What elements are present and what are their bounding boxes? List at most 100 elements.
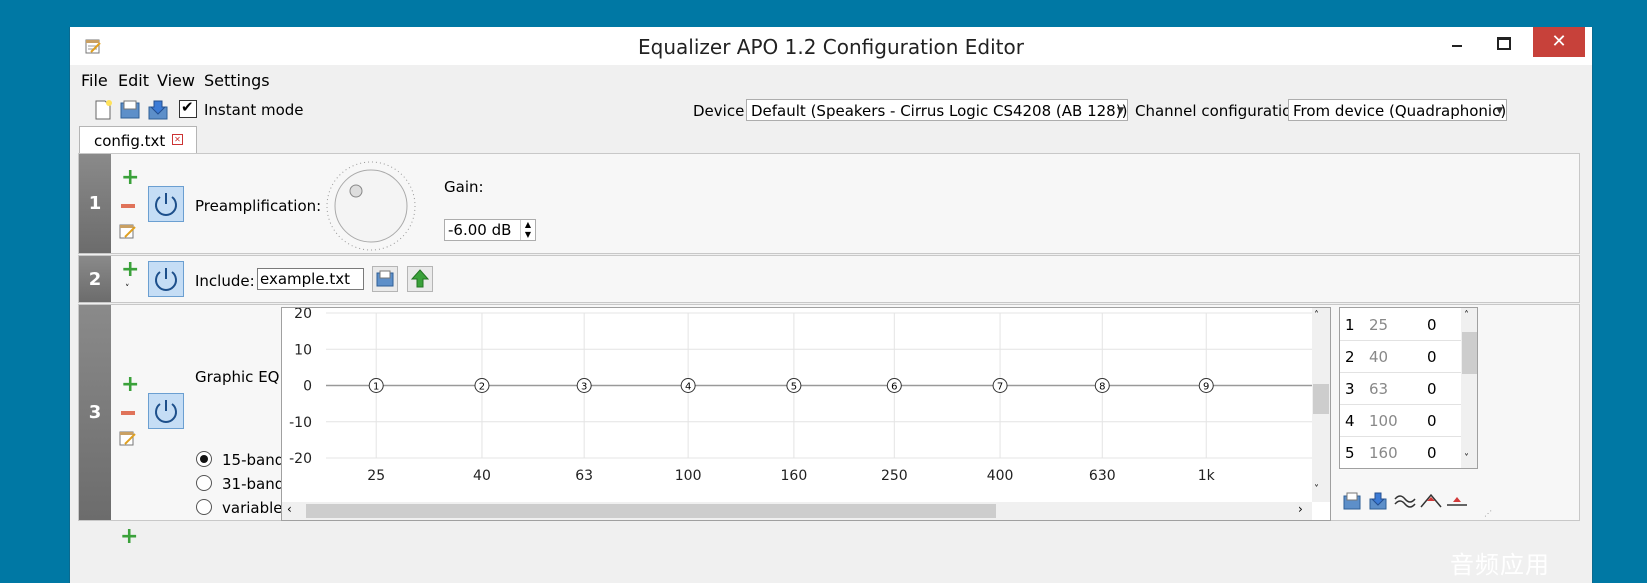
chevron-up-icon[interactable]: ˄ <box>1464 310 1469 321</box>
eq-graph-canvas[interactable]: 20100-10-2025 40 63 100 160 250 400 630 1k1 2 3 4 5 6… <box>282 306 1330 520</box>
power-toggle-button[interactable] <box>148 261 184 297</box>
reset-response-icon[interactable] <box>1446 491 1468 511</box>
radio-31-band[interactable] <box>196 475 212 491</box>
save-table-icon[interactable] <box>1368 491 1388 511</box>
invert-response-icon[interactable] <box>1420 491 1442 511</box>
table-vertical-scrollbar[interactable]: ˄ ˅ <box>1461 308 1477 468</box>
x-tick-label: 250 <box>881 468 908 484</box>
chevron-up-icon[interactable]: ˄ <box>1314 310 1319 321</box>
table-cell-gain[interactable]: 0 <box>1427 348 1437 366</box>
remove-filter-icon[interactable] <box>121 411 135 415</box>
close-button[interactable]: ✕ <box>1533 27 1585 57</box>
open-table-icon[interactable] <box>1342 491 1362 511</box>
edit-filter-icon[interactable] <box>119 429 137 447</box>
x-tick-label: 100 <box>675 468 702 484</box>
x-tick-label: 63 <box>575 468 593 484</box>
chevron-down-icon: ▼ <box>1117 106 1124 116</box>
tab-close-icon[interactable]: ✕ <box>172 134 183 145</box>
table-cell-freq[interactable]: 63 <box>1369 380 1388 398</box>
table-cell-freq[interactable]: 40 <box>1369 348 1388 366</box>
menu-settings[interactable]: Settings <box>204 71 270 90</box>
maximize-button[interactable] <box>1480 27 1526 57</box>
edit-filter-icon[interactable] <box>119 222 137 240</box>
table-cell-gain[interactable]: 0 <box>1427 316 1437 334</box>
gain-spinbox[interactable]: -6.00 dB ▲ ▼ <box>444 219 536 241</box>
resize-grip-icon[interactable]: ⋰ <box>1484 509 1494 519</box>
power-toggle-button[interactable] <box>148 186 184 222</box>
filter-number: 3 <box>79 305 111 520</box>
eq-band-point-label: 3 <box>581 382 587 393</box>
new-file-icon[interactable] <box>92 99 114 121</box>
add-filter-icon[interactable]: + <box>121 259 139 281</box>
band-table[interactable]: 1 25 0 2 40 0 3 63 0 4 100 0 5 160 0 62500 ˄ ˅ <box>1339 307 1478 469</box>
chevron-down-icon[interactable]: ˅ <box>1314 484 1319 495</box>
instant-mode-label: Instant mode <box>204 101 304 119</box>
power-icon <box>155 400 177 423</box>
remove-filter-icon[interactable] <box>121 204 135 208</box>
table-row[interactable]: 4 100 0 <box>1340 404 1462 437</box>
graphic-eq-label: Graphic EQ: <box>195 368 285 386</box>
include-label: Include: <box>195 272 255 290</box>
table-cell-n[interactable]: 5 <box>1345 444 1355 462</box>
save-file-icon[interactable] <box>147 99 169 121</box>
table-cell-gain[interactable]: 0 <box>1427 412 1437 430</box>
channel-config-select[interactable]: From device (Quadraphonic) ▼ <box>1288 99 1507 121</box>
table-cell-n[interactable]: 2 <box>1345 348 1355 366</box>
menu-view[interactable]: View <box>157 71 195 90</box>
table-cell-freq[interactable]: 25 <box>1369 316 1388 334</box>
table-row[interactable]: 1 25 0 <box>1340 308 1462 341</box>
power-toggle-button[interactable] <box>148 393 184 429</box>
close-icon: ✕ <box>1551 31 1567 52</box>
device-label: Device: <box>693 102 750 120</box>
table-cell-n[interactable]: 1 <box>1345 316 1355 334</box>
eq-band-point-label: 9 <box>1203 382 1209 393</box>
minimize-button[interactable] <box>1434 27 1480 57</box>
chevron-right-icon[interactable]: › <box>1298 502 1303 516</box>
add-filter-icon[interactable]: + <box>121 374 139 396</box>
smooth-curve-icon[interactable] <box>1394 491 1416 511</box>
chevron-down-icon[interactable]: ˅ <box>1464 453 1469 464</box>
include-file-value: example.txt <box>260 270 350 288</box>
open-file-icon[interactable] <box>119 99 141 121</box>
table-row[interactable]: 5 160 0 <box>1340 436 1462 468</box>
graph-horizontal-scrollbar[interactable]: ‹ › <box>282 502 1312 520</box>
x-tick-label: 630 <box>1089 468 1116 484</box>
eq-graph[interactable]: 20 10 0 -10 -20 25 40 63 100 160 250 400 630 1k 1 2 3 4 5 6… <box>281 306 1331 521</box>
chevron-down-icon[interactable]: ˅ <box>125 284 130 294</box>
radio-variable[interactable] <box>196 499 212 515</box>
scroll-thumb[interactable] <box>306 504 996 518</box>
table-cell-freq[interactable]: 100 <box>1369 412 1398 430</box>
add-filter-icon[interactable]: + <box>121 167 139 189</box>
open-include-button[interactable] <box>407 266 433 292</box>
spin-arrows-icon[interactable]: ▲ ▼ <box>520 220 535 240</box>
device-select[interactable]: Default (Speakers - Cirrus Logic CS4208 … <box>746 99 1128 121</box>
menu-edit[interactable]: Edit <box>118 71 149 90</box>
scroll-thumb[interactable] <box>1313 384 1329 414</box>
menu-file[interactable]: File <box>81 71 108 90</box>
radio-15-band[interactable] <box>196 451 212 467</box>
x-tick-label: 25 <box>367 468 385 484</box>
chevron-left-icon[interactable]: ‹ <box>287 502 292 516</box>
maximize-icon <box>1497 37 1511 50</box>
eq-band-point-label: 4 <box>685 382 691 393</box>
preamp-label: Preamplification: <box>195 197 322 215</box>
table-cell-freq[interactable]: 160 <box>1369 444 1398 462</box>
power-icon <box>155 193 177 216</box>
scroll-thumb[interactable] <box>1462 332 1477 374</box>
table-cell-gain[interactable]: 0 <box>1427 380 1437 398</box>
table-row[interactable]: 62500 <box>1340 468 1462 469</box>
browse-file-button[interactable] <box>372 266 398 292</box>
gain-knob[interactable] <box>325 160 417 252</box>
include-file-input[interactable]: example.txt <box>257 268 364 290</box>
filter-preamplification: 1 + Preamplification: Gain: -6.00 dB ▲ ▼ <box>78 153 1580 254</box>
add-filter-bottom-icon[interactable]: + <box>120 526 138 548</box>
table-cell-n[interactable]: 4 <box>1345 412 1355 430</box>
graph-vertical-scrollbar[interactable]: ˄ ˅ <box>1312 308 1330 502</box>
eq-band-point-label: 1 <box>373 382 379 393</box>
table-row[interactable]: 3 63 0 <box>1340 372 1462 405</box>
instant-mode-checkbox[interactable] <box>179 98 197 118</box>
table-row[interactable]: 2 40 0 <box>1340 340 1462 373</box>
table-cell-gain[interactable]: 0 <box>1427 444 1437 462</box>
tab-config-file[interactable]: config.txt ✕ <box>79 126 197 154</box>
table-cell-n[interactable]: 3 <box>1345 380 1355 398</box>
